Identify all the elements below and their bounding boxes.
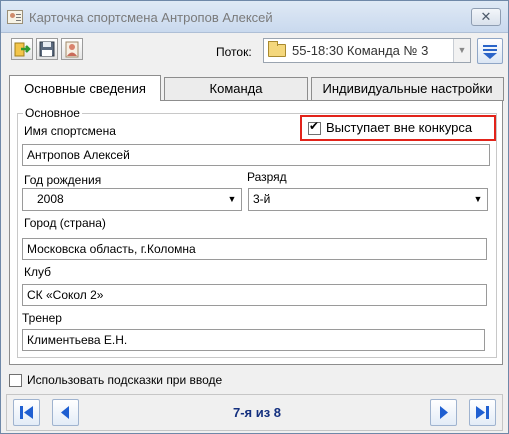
athlete-card-window: Карточка спортсмена Антропов Алексей ✕ П <box>0 0 509 434</box>
exit-button[interactable] <box>11 38 33 60</box>
athlete-name-field[interactable]: Антропов Алексей <box>22 144 490 166</box>
use-hints-checkbox[interactable]: Использовать подсказки при вводе <box>9 373 223 388</box>
chevron-down-icon[interactable]: ▼ <box>224 190 240 208</box>
checkbox[interactable] <box>9 374 22 388</box>
city-field[interactable]: Московска область, г.Коломна <box>22 238 487 260</box>
filter-button[interactable] <box>477 38 503 64</box>
chevron-down-icon[interactable]: ▼ <box>453 39 470 62</box>
group-title: Основное <box>23 106 82 120</box>
flow-value: 55-18:30 Команда № 3 <box>292 43 429 58</box>
next-record-button[interactable] <box>430 399 457 426</box>
last-record-icon <box>476 406 489 419</box>
save-button[interactable] <box>36 38 58 60</box>
toolbar: Поток: 55-18:30 Команда № 3 ▼ <box>1 34 508 68</box>
title-bar[interactable]: Карточка спортсмена Антропов Алексей ✕ <box>1 1 508 33</box>
last-record-button[interactable] <box>469 399 496 426</box>
tab-basic-info[interactable]: Основные сведения <box>9 75 161 101</box>
out-of-competition-checkbox[interactable]: ✔ Выступает вне конкурса <box>308 119 473 136</box>
checkmark-icon: ✔ <box>309 119 320 134</box>
arrow-left-icon <box>61 406 69 419</box>
coach-label: Тренер <box>22 311 62 325</box>
coach-field[interactable]: Климентьева Е.Н. <box>22 329 485 351</box>
flow-label: Поток: <box>216 45 252 59</box>
tab-strip: Основные сведения Команда Индивидуальные… <box>9 75 504 101</box>
card-icon <box>7 10 23 24</box>
record-position: 7-я из 8 <box>232 405 282 420</box>
arrow-right-icon <box>440 406 448 419</box>
rank-value: 3-й <box>253 192 271 206</box>
flow-select[interactable]: 55-18:30 Команда № 3 ▼ <box>263 38 471 63</box>
rank-select[interactable]: 3-й ▼ <box>248 188 488 211</box>
record-navigator: 7-я из 8 <box>6 394 503 431</box>
close-button[interactable]: ✕ <box>471 8 501 26</box>
out-of-competition-label: Выступает вне конкурса <box>326 120 473 135</box>
tab-individual-settings[interactable]: Индивидуальные настройки <box>311 77 504 101</box>
exit-icon <box>14 42 31 57</box>
athlete-profile-button[interactable] <box>61 38 83 60</box>
birth-year-value: 2008 <box>37 192 64 206</box>
first-record-button[interactable] <box>13 399 40 426</box>
birth-year-select[interactable]: 2008 ▼ <box>22 188 242 211</box>
chevron-down-icon[interactable]: ▼ <box>470 190 486 208</box>
city-label: Город (страна) <box>24 216 106 230</box>
person-icon <box>65 41 79 58</box>
previous-record-button[interactable] <box>52 399 79 426</box>
club-label: Клуб <box>24 265 51 279</box>
window-title: Карточка спортсмена Антропов Алексей <box>29 10 273 25</box>
birth-year-label: Год рождения <box>24 173 102 187</box>
club-field[interactable]: СК «Сокол 2» <box>22 284 487 306</box>
tab-team[interactable]: Команда <box>164 77 308 101</box>
floppy-disk-icon <box>39 41 55 57</box>
athlete-name-label: Имя спортсмена <box>24 124 116 138</box>
rank-label: Разряд <box>247 170 287 184</box>
filter-icon <box>483 45 497 59</box>
first-record-icon <box>20 406 33 419</box>
use-hints-label: Использовать подсказки при вводе <box>27 373 223 387</box>
folder-icon <box>268 41 286 57</box>
checkbox[interactable]: ✔ <box>308 119 321 136</box>
